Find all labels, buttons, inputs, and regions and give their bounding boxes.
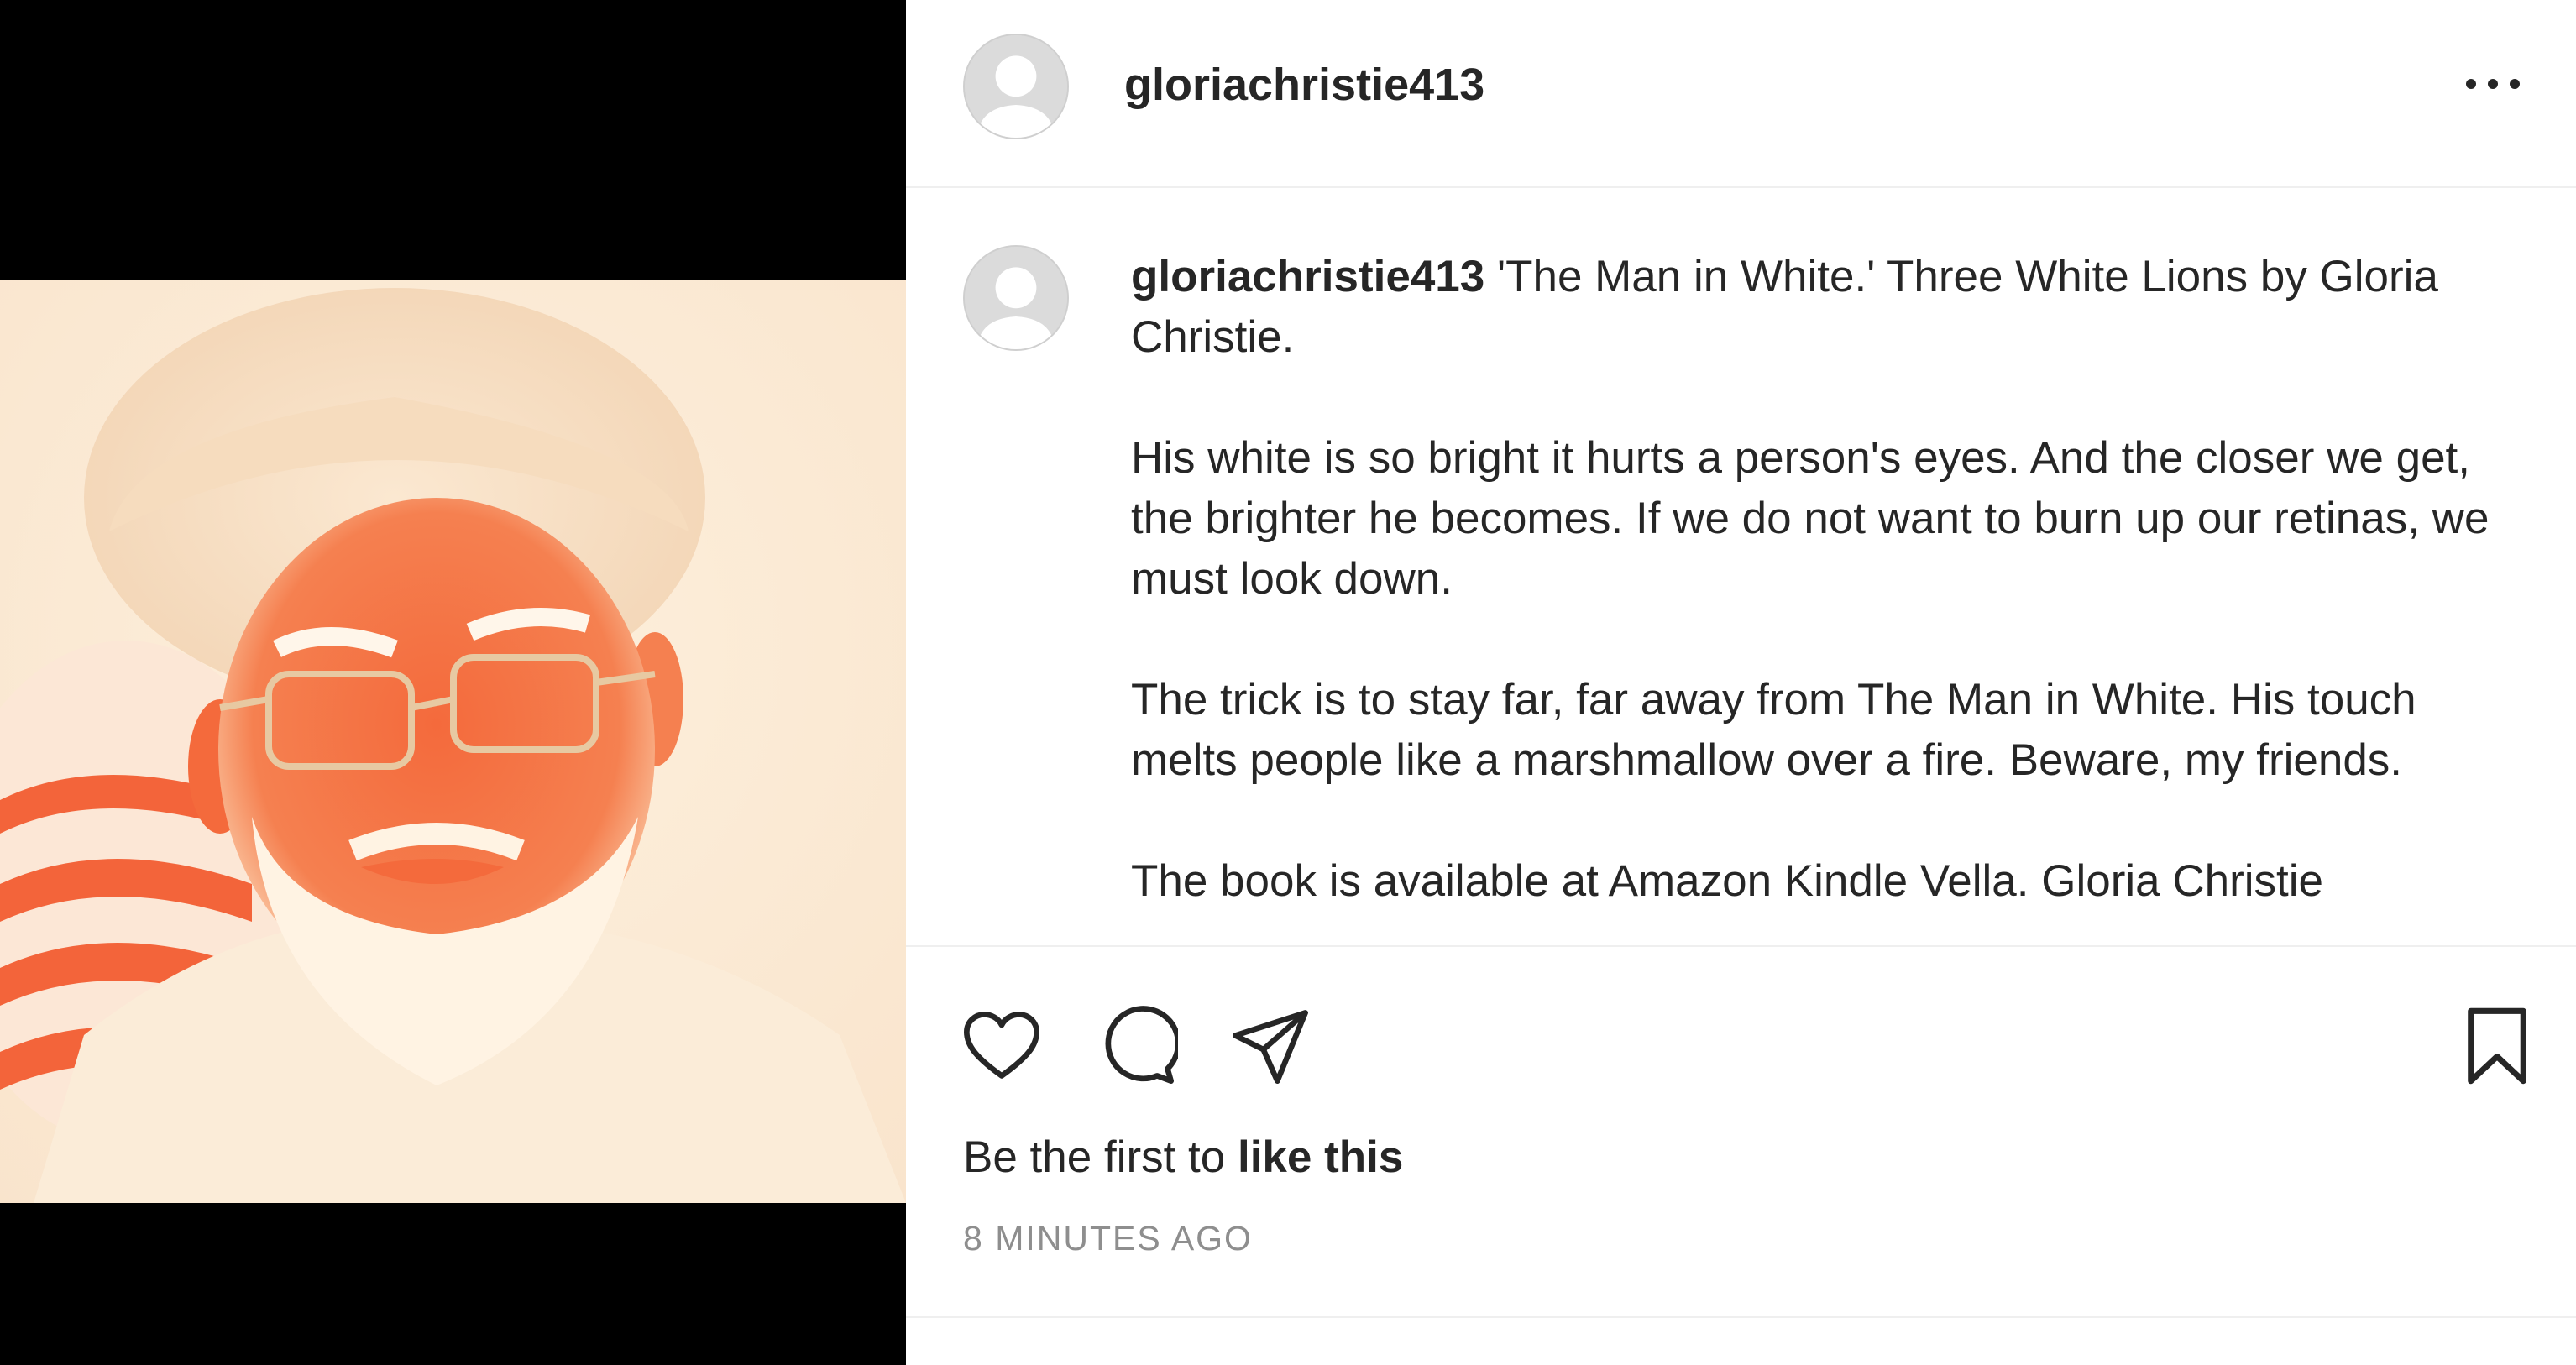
default-avatar-icon bbox=[965, 35, 1067, 138]
divider bbox=[906, 1316, 2576, 1318]
caption-paragraph: His white is so bright it hurts a person… bbox=[1131, 433, 2502, 604]
caption-author-avatar[interactable] bbox=[963, 245, 1069, 351]
like-this-link[interactable]: like this bbox=[1238, 1132, 1403, 1182]
heart-icon[interactable] bbox=[960, 1004, 1044, 1088]
post-header: gloriachristie413 bbox=[906, 0, 2576, 188]
instagram-post-view: gloriachristie413 gloriachristie413 'The… bbox=[0, 0, 2576, 1365]
post-timestamp[interactable]: 8 MINUTES AGO bbox=[963, 1217, 1253, 1259]
bookmark-icon[interactable] bbox=[2455, 1004, 2539, 1088]
caption-paragraph: The trick is to stay far, far away from … bbox=[1131, 675, 2429, 785]
media-pane bbox=[0, 0, 906, 1365]
action-bar bbox=[906, 947, 2576, 1123]
caption-scroll-area[interactable]: gloriachristie413 'The Man in White.' Th… bbox=[906, 188, 2576, 947]
likes-summary: Be the first to like this bbox=[963, 1128, 1403, 1187]
share-icon[interactable] bbox=[1228, 1004, 1312, 1088]
caption-text: gloriachristie413 'The Man in White.' Th… bbox=[1131, 247, 2525, 945]
likes-prefix: Be the first to bbox=[963, 1132, 1238, 1182]
caption-first-paragraph: gloriachristie413 'The Man in White.' Th… bbox=[1131, 247, 2525, 368]
comment-icon[interactable] bbox=[1094, 1004, 1178, 1088]
default-avatar-icon bbox=[965, 247, 1067, 349]
post-info-pane: gloriachristie413 gloriachristie413 'The… bbox=[906, 0, 2576, 1365]
caption-username[interactable]: gloriachristie413 bbox=[1131, 252, 1484, 301]
author-username[interactable]: gloriachristie413 bbox=[1124, 55, 1484, 114]
caption-paragraph: The book is available at Amazon Kindle V… bbox=[1131, 856, 2323, 906]
author-avatar[interactable] bbox=[963, 34, 1069, 139]
post-image[interactable] bbox=[0, 280, 906, 1203]
more-options-icon[interactable] bbox=[2459, 67, 2526, 101]
